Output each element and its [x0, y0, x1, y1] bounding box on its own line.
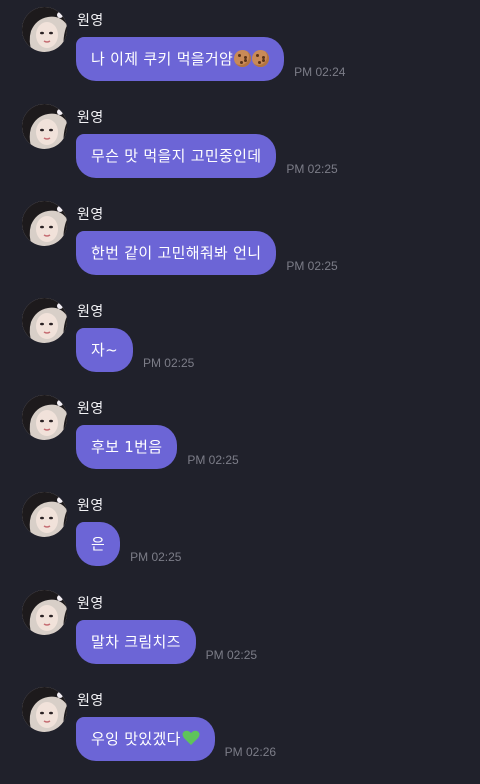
sender-name: 원영: [77, 207, 104, 223]
sender-name: 원영: [77, 110, 104, 126]
avatar-image: [22, 7, 67, 52]
sender-name: 원영: [77, 498, 104, 514]
message-row: 후보 1번음 PM 02:25: [76, 425, 239, 469]
message-row: 한번 같이 고민해줘봐 언니 PM 02:25: [76, 231, 338, 275]
message-bubble[interactable]: 무슨 맛 먹을지 고민중인데: [76, 134, 277, 178]
message-row: 무슨 맛 먹을지 고민중인데 PM 02:25: [76, 134, 338, 178]
message-group: 원영 한번 같이 고민해줘봐 언니 PM 02:25: [0, 201, 480, 298]
avatar[interactable]: [22, 7, 67, 52]
green-heart-icon: [182, 730, 200, 745]
message-row: 나 이제 쿠키 먹을거얌 PM 02:24: [76, 37, 345, 81]
message-row: 은 PM 02:25: [76, 522, 181, 566]
message-timestamp: PM 02:25: [187, 453, 239, 467]
cookie-icon: [234, 50, 252, 67]
message-group: 원영 나 이제 쿠키 먹을거얌 PM 02:24: [0, 7, 480, 104]
message-text: 은: [91, 535, 106, 553]
avatar-image: [22, 201, 67, 246]
avatar-image: [22, 104, 67, 149]
message-bubble[interactable]: 후보 1번음: [76, 425, 178, 469]
cookie-icon: [252, 50, 270, 67]
message-text: 자~: [91, 341, 118, 359]
message-text: 말차 크림치즈: [91, 633, 181, 651]
sender-name: 원영: [77, 693, 104, 709]
message-timestamp: PM 02:26: [224, 745, 277, 759]
message-row: 우잉 맛있겠다 PM 02:26: [76, 717, 276, 761]
sender-name: 원영: [77, 596, 104, 612]
avatar-image: [22, 492, 67, 537]
message-timestamp: PM 02:25: [142, 356, 195, 370]
avatar[interactable]: [22, 687, 67, 732]
avatar-image: [22, 687, 67, 732]
message-timestamp: PM 02:25: [205, 648, 258, 662]
avatar[interactable]: [22, 298, 67, 343]
message-timestamp: PM 02:25: [130, 550, 182, 564]
message-bubble[interactable]: 말차 크림치즈: [76, 620, 196, 664]
avatar[interactable]: [22, 104, 67, 149]
message-group: 원영 우잉 맛있겠다 PM 02:26: [0, 687, 480, 784]
avatar[interactable]: [22, 395, 67, 440]
message-group: 원영 말차 크림치즈 PM 02:25: [0, 590, 480, 687]
message-row: 말차 크림치즈 PM 02:25: [76, 620, 257, 664]
message-bubble[interactable]: 한번 같이 고민해줘봐 언니: [76, 231, 277, 275]
avatar-image: [22, 590, 67, 635]
message-group: 원영 은 PM 02:25: [0, 492, 480, 589]
avatar[interactable]: [22, 590, 67, 635]
message-timestamp: PM 02:25: [286, 162, 338, 176]
message-group: 원영 자~ PM 02:25: [0, 298, 480, 395]
sender-name: 원영: [77, 13, 104, 29]
avatar[interactable]: [22, 492, 67, 537]
message-text: 후보 1번음: [91, 438, 163, 456]
message-text: 한번 같이 고민해줘봐 언니: [91, 244, 262, 262]
message-bubble[interactable]: 우잉 맛있겠다: [76, 717, 215, 761]
message-group: 원영 무슨 맛 먹을지 고민중인데 PM 02:25: [0, 104, 480, 201]
message-text: 무슨 맛 먹을지 고민중인데: [91, 147, 262, 165]
message-text: 우잉 맛있겠다: [91, 730, 181, 748]
avatar[interactable]: [22, 201, 67, 246]
message-bubble[interactable]: 나 이제 쿠키 먹을거얌: [76, 37, 285, 81]
message-row: 자~ PM 02:25: [76, 328, 194, 372]
message-bubble[interactable]: 은: [76, 522, 121, 566]
sender-name: 원영: [77, 401, 104, 417]
message-timestamp: PM 02:24: [294, 65, 346, 79]
avatar-image: [22, 395, 67, 440]
sender-name: 원영: [77, 304, 104, 320]
chat-thread: 원영 나 이제 쿠키 먹을거얌 PM 02:24 원영 무슨 맛 먹을지 고민중…: [0, 0, 480, 781]
message-group: 원영 후보 1번음 PM 02:25: [0, 395, 480, 492]
message-text: 나 이제 쿠키 먹을거얌: [91, 50, 234, 68]
message-timestamp: PM 02:25: [286, 259, 338, 273]
avatar-image: [22, 298, 67, 343]
message-bubble[interactable]: 자~: [76, 328, 133, 372]
